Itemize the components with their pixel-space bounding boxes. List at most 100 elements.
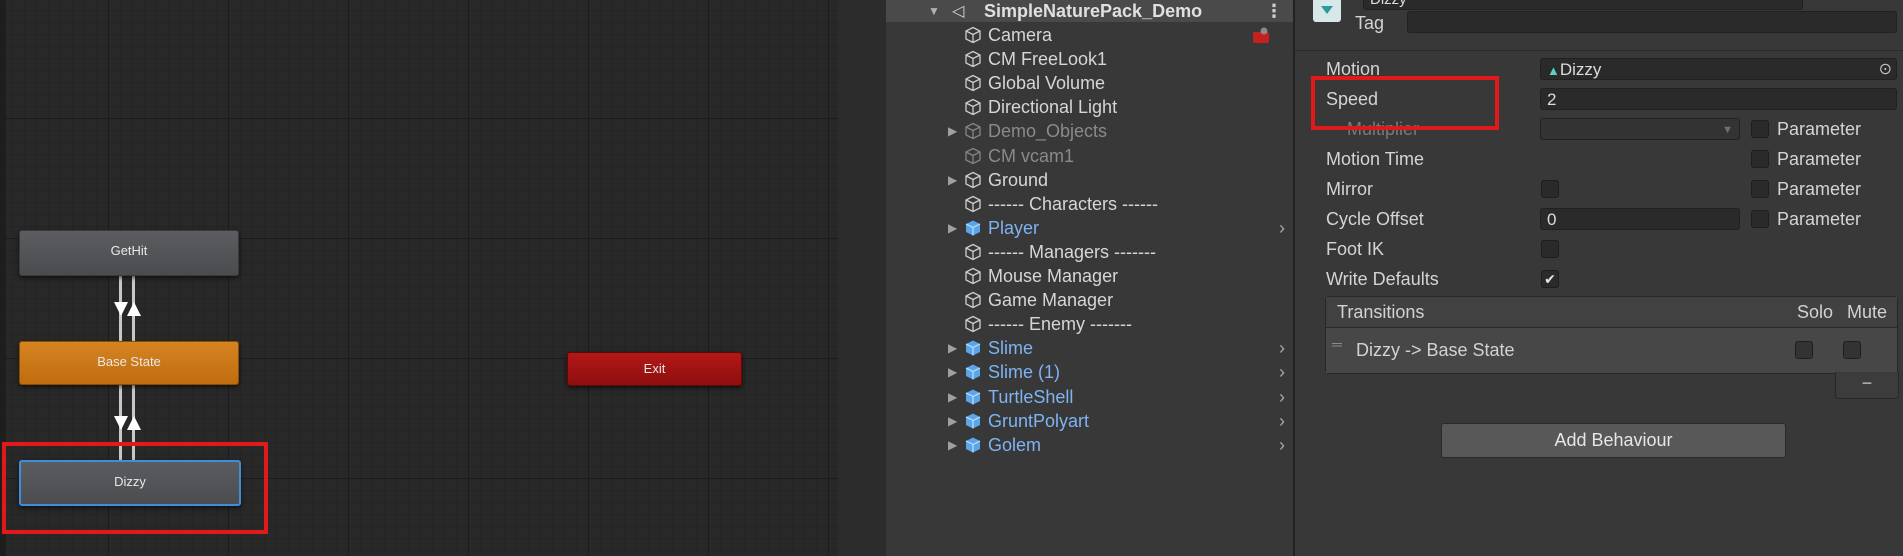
- fold-arrow-icon[interactable]: ▶: [948, 360, 957, 384]
- mirror-checkbox[interactable]: [1541, 180, 1559, 198]
- transition-arrow-up-icon: [127, 302, 141, 316]
- hierarchy-item-label: ------ Characters ------: [988, 193, 1158, 214]
- fold-arrow-icon[interactable]: ▶: [948, 168, 957, 192]
- motion-field[interactable]: ▲Dizzy ⊙: [1540, 58, 1897, 80]
- prefab-cube-icon: [964, 363, 982, 381]
- cycle-offset-field[interactable]: 0: [1540, 208, 1740, 230]
- hierarchy-item[interactable]: Camera: [886, 23, 1293, 47]
- hierarchy-item[interactable]: ▶ GruntPolyart ›: [886, 409, 1293, 433]
- chevron-right-icon[interactable]: ›: [1279, 360, 1285, 384]
- prefab-cube-icon: [964, 412, 982, 430]
- speed-field[interactable]: 2: [1540, 88, 1897, 110]
- add-behaviour-button[interactable]: Add Behaviour: [1441, 423, 1786, 458]
- hierarchy-item[interactable]: ▶ Demo_Objects: [886, 119, 1293, 143]
- hierarchy-item[interactable]: ------ Characters ------: [886, 192, 1293, 216]
- hierarchy-item[interactable]: ▶ TurtleShell ›: [886, 385, 1293, 409]
- state-node-exit[interactable]: Exit: [567, 352, 742, 386]
- cycle-offset-parameter-checkbox[interactable]: [1751, 210, 1769, 228]
- hierarchy-item[interactable]: Game Manager: [886, 288, 1293, 312]
- motion-time-label: Motion Time: [1326, 149, 1425, 169]
- more-options-icon[interactable]: ⋮: [1265, 0, 1283, 22]
- fold-arrow-icon[interactable]: ▶: [948, 433, 957, 457]
- state-name-field[interactable]: Dizzy: [1363, 0, 1803, 10]
- cycle-offset-label: Cycle Offset: [1326, 209, 1424, 229]
- state-node-base-state[interactable]: Base State: [19, 341, 239, 385]
- object-picker-icon[interactable]: ⊙: [1879, 59, 1892, 81]
- hierarchy-item-label: TurtleShell: [988, 386, 1074, 407]
- hierarchy-item-label: Player: [988, 217, 1040, 238]
- write-defaults-checkbox[interactable]: ✔: [1541, 270, 1559, 288]
- hierarchy-item-label: CM FreeLook1: [988, 49, 1108, 70]
- transition-mute-checkbox[interactable]: [1843, 341, 1861, 359]
- hierarchy-item[interactable]: CM FreeLook1: [886, 47, 1293, 71]
- drag-handle-icon[interactable]: ═: [1332, 336, 1342, 352]
- animation-clip-icon: ▲: [1547, 63, 1560, 78]
- hierarchy-item[interactable]: Global Volume: [886, 71, 1293, 95]
- fold-arrow-icon[interactable]: ▶: [948, 385, 957, 409]
- state-node-label: Base State: [97, 354, 161, 369]
- gameobject-cube-icon: [964, 98, 982, 116]
- gameobject-cube-icon: [964, 147, 982, 165]
- parameter-label: Parameter: [1777, 119, 1862, 139]
- hierarchy-item[interactable]: ------ Enemy -------: [886, 312, 1293, 336]
- gameobject-cube-icon: [964, 243, 982, 261]
- state-node-dizzy[interactable]: Dizzy: [19, 460, 241, 506]
- parameter-label: Parameter: [1777, 209, 1862, 229]
- chevron-right-icon[interactable]: ›: [1279, 216, 1285, 240]
- prefab-cube-icon: [964, 219, 982, 237]
- scene-header[interactable]: ▼ ◁ SimpleNaturePack_Demo ⋮: [886, 0, 1293, 22]
- hierarchy-item[interactable]: ▶ Player ›: [886, 216, 1293, 240]
- chevron-right-icon[interactable]: ›: [1279, 433, 1285, 457]
- multiplier-dropdown[interactable]: ▼: [1540, 118, 1740, 140]
- multiplier-parameter-checkbox[interactable]: [1751, 120, 1769, 138]
- hierarchy-item-label: CM vcam1: [988, 145, 1075, 166]
- hierarchy-item-label: ------ Enemy -------: [988, 314, 1132, 335]
- hierarchy-item[interactable]: ▶ Golem ›: [886, 433, 1293, 457]
- graph-left-edge: [0, 0, 6, 556]
- transition-arrow-up-icon: [127, 416, 141, 430]
- motion-value: Dizzy: [1559, 60, 1602, 79]
- hierarchy-item-label: Game Manager: [988, 290, 1114, 311]
- gameobject-cube-icon: [964, 315, 982, 333]
- hierarchy-item-label: Golem: [988, 434, 1042, 455]
- motion-time-parameter-checkbox[interactable]: [1751, 150, 1769, 168]
- chevron-right-icon[interactable]: ›: [1279, 336, 1285, 360]
- fold-arrow-icon[interactable]: ▶: [948, 336, 957, 360]
- gameobject-cube-icon: [964, 171, 982, 189]
- transition-arrow-down-icon: [114, 302, 128, 316]
- dropdown-arrow-icon: ▼: [1722, 124, 1733, 136]
- fold-arrow-icon[interactable]: ▶: [948, 216, 957, 240]
- mirror-parameter-checkbox[interactable]: [1751, 180, 1769, 198]
- hierarchy-item[interactable]: ------ Managers -------: [886, 240, 1293, 264]
- state-name-text: Dizzy: [1370, 0, 1407, 8]
- hierarchy-item[interactable]: Mouse Manager: [886, 264, 1293, 288]
- hierarchy-item-label: GruntPolyart: [988, 410, 1090, 431]
- tag-field[interactable]: [1407, 11, 1897, 33]
- animator-graph[interactable]: GetHit Base State Dizzy Exit: [0, 0, 838, 556]
- prefab-cube-icon: [964, 339, 982, 357]
- fold-arrow-icon[interactable]: ▶: [948, 409, 957, 433]
- fold-arrow-icon[interactable]: ▶: [948, 119, 957, 143]
- chevron-right-icon[interactable]: ›: [1279, 409, 1285, 433]
- write-defaults-label: Write Defaults: [1326, 269, 1439, 289]
- transition-row[interactable]: ═ Dizzy -> Base State: [1326, 328, 1897, 373]
- hierarchy-item[interactable]: ▶ Slime ›: [886, 336, 1293, 360]
- parameter-label: Parameter: [1777, 149, 1862, 169]
- fold-arrow-icon[interactable]: ▼: [928, 4, 940, 18]
- remove-transition-button[interactable]: −: [1835, 372, 1899, 399]
- state-node-label: Exit: [643, 361, 666, 376]
- transition-solo-checkbox[interactable]: [1795, 341, 1813, 359]
- chevron-right-icon[interactable]: ›: [1279, 385, 1285, 409]
- foot-ik-checkbox[interactable]: [1541, 240, 1559, 258]
- transitions-list: Transitions Solo Mute ═ Dizzy -> Base St…: [1325, 296, 1898, 374]
- hierarchy-item[interactable]: Directional Light: [886, 95, 1293, 119]
- checkmark-icon: ✔: [1544, 271, 1556, 287]
- hierarchy-gutter: [838, 0, 886, 556]
- hierarchy-item[interactable]: ▶ Slime (1) ›: [886, 360, 1293, 384]
- hierarchy-item-label: Mouse Manager: [988, 266, 1119, 286]
- hierarchy-item[interactable]: CM vcam1: [886, 144, 1293, 168]
- state-node-gethit[interactable]: GetHit: [19, 230, 239, 276]
- hierarchy-item[interactable]: ▶ Ground: [886, 168, 1293, 192]
- motion-label: Motion: [1326, 59, 1381, 79]
- camera-gizmo-icon: [1251, 26, 1271, 44]
